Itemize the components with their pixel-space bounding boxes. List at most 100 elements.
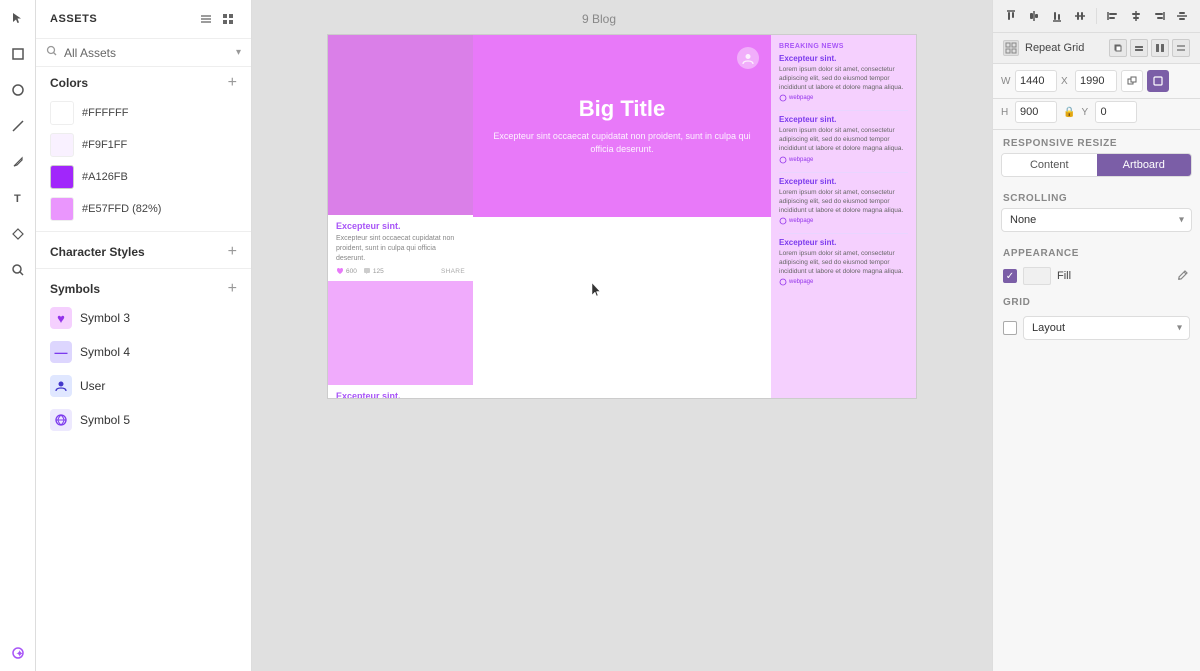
add-symbol-button[interactable]: + xyxy=(228,281,237,297)
copy-dimensions-btn[interactable] xyxy=(1121,70,1143,92)
canvas-content: Big Title Excepteur sint occaecat cupida… xyxy=(252,34,992,671)
x-input[interactable] xyxy=(1075,70,1117,92)
cursor xyxy=(591,282,603,301)
fill-row: ✓ Fill xyxy=(993,263,1200,289)
list-view-icon[interactable] xyxy=(197,10,215,28)
assets-view-toggle xyxy=(197,10,237,28)
align-left-icon[interactable] xyxy=(1103,6,1122,26)
symbol-item-3[interactable]: ♥ Symbol 3 xyxy=(36,301,251,335)
art-stat-comments-1: 125 xyxy=(363,267,384,275)
x-field-group: X xyxy=(1061,70,1117,92)
symbol-4-icon: — xyxy=(50,341,72,363)
fill-checkbox[interactable]: ✓ xyxy=(1003,269,1017,283)
repeat-action-2[interactable] xyxy=(1130,39,1148,57)
color-swatch-e57ffd xyxy=(50,197,74,221)
add-color-button[interactable]: + xyxy=(228,75,237,91)
fill-swatch[interactable] xyxy=(1023,267,1051,285)
art-block-top-left xyxy=(328,35,473,217)
symbol-4-label: Symbol 4 xyxy=(80,345,130,359)
color-item-e57ffd[interactable]: #E57FFD (82%) xyxy=(44,193,243,225)
repeat-action-3[interactable] xyxy=(1151,39,1169,57)
y-label: Y xyxy=(1081,107,1093,118)
align-right-icon[interactable] xyxy=(1149,6,1168,26)
repeat-action-4[interactable] xyxy=(1172,39,1190,57)
color-swatch-f9f1ff xyxy=(50,133,74,157)
right-panel: Repeat Grid W X xyxy=(992,0,1200,671)
layout-select[interactable]: Layout Grid Square xyxy=(1023,316,1190,340)
grid-checkbox[interactable] xyxy=(1003,321,1017,335)
distribute-v-icon[interactable] xyxy=(1173,6,1192,26)
align-bottom-icon[interactable] xyxy=(1048,6,1067,26)
rectangle-tool-icon[interactable] xyxy=(8,44,28,64)
repeat-grid-icon xyxy=(1003,40,1019,56)
y-input[interactable] xyxy=(1095,101,1137,123)
left-icon-bar: T ✦ xyxy=(0,0,36,671)
ellipse-tool-icon[interactable] xyxy=(8,80,28,100)
grid-view-icon[interactable] xyxy=(219,10,237,28)
repeat-grid-row: Repeat Grid xyxy=(993,33,1200,64)
appearance-label: APPEARANCE xyxy=(993,240,1200,263)
symbol-item-4[interactable]: — Symbol 4 xyxy=(36,335,251,369)
art-news-item-3: Excepteur sint. Lorem ipsum dolor sit am… xyxy=(779,177,908,225)
symbols-section-title: Symbols xyxy=(50,282,100,296)
coords-row: W X xyxy=(993,64,1200,99)
height-label: H xyxy=(1001,107,1013,118)
scrolling-select[interactable]: None Vertical Horizontal Pan xyxy=(1001,208,1192,232)
art-left-card-1-footer: 600 125 SHARE xyxy=(336,267,465,275)
art-left-card-1: Excepteur sint. Excepteur sint occaecat … xyxy=(328,215,473,281)
pen-tool-icon[interactable] xyxy=(8,152,28,172)
grid-label: GRID xyxy=(993,289,1200,312)
art-left-card-1-text: Excepteur sint occaecat cupidatat non pr… xyxy=(336,234,465,263)
canvas-area: 9 Blog Big Title Excepteur sint occaecat… xyxy=(252,0,992,671)
art-left-card-2: Excepteur sint. Excepteur sint occaecat … xyxy=(328,385,473,399)
colors-section-title: Colors xyxy=(50,76,88,90)
user-symbol-label: User xyxy=(80,379,105,393)
height-input[interactable] xyxy=(1015,101,1057,123)
align-distribute-h-icon[interactable] xyxy=(1071,6,1090,26)
art-news-link-4: webpage xyxy=(779,278,908,286)
art-news-link-2: webpage xyxy=(779,156,908,164)
coords-row-2: H 🔒 Y xyxy=(993,99,1200,130)
art-left-card-2-title: Excepteur sint. xyxy=(336,391,465,399)
search-bar[interactable]: All Assets ▾ xyxy=(36,39,251,67)
art-share-label-1: SHARE xyxy=(441,268,465,275)
align-top-icon[interactable] xyxy=(1001,6,1020,26)
align-middle-v-icon[interactable] xyxy=(1024,6,1043,26)
repeat-copy-btn[interactable] xyxy=(1109,39,1127,57)
art-hero-block: Big Title Excepteur sint occaecat cupida… xyxy=(473,35,771,217)
select-tool-icon[interactable] xyxy=(8,8,28,28)
align-center-h-icon[interactable] xyxy=(1126,6,1145,26)
eyedropper-icon[interactable] xyxy=(1176,268,1190,285)
repeat-grid-label: Repeat Grid xyxy=(1025,42,1084,54)
search-chevron-icon[interactable]: ▾ xyxy=(236,47,241,58)
assets-header: ASSETS xyxy=(36,0,251,39)
char-styles-title: Character Styles xyxy=(50,245,145,259)
search-tool-icon[interactable] xyxy=(8,260,28,280)
add-char-style-button[interactable]: + xyxy=(228,244,237,260)
color-item-white[interactable]: #FFFFFF xyxy=(44,97,243,129)
expand-btn[interactable] xyxy=(1147,70,1169,92)
width-input[interactable] xyxy=(1015,70,1057,92)
color-label-e57ffd: #E57FFD (82%) xyxy=(82,203,161,215)
text-tool-icon[interactable]: T xyxy=(8,188,28,208)
art-big-title: Big Title xyxy=(579,96,665,122)
plugin-icon[interactable]: ✦ xyxy=(8,643,28,663)
colors-section-header: Colors + xyxy=(36,67,251,95)
symbol-5-label: Symbol 5 xyxy=(80,413,130,427)
artboard[interactable]: Big Title Excepteur sint occaecat cupida… xyxy=(327,34,917,399)
content-tab[interactable]: Content xyxy=(1002,154,1097,176)
line-tool-icon[interactable] xyxy=(8,116,28,136)
art-stat-likes-1: 600 xyxy=(336,267,357,275)
lock-icon[interactable]: 🔒 xyxy=(1063,107,1075,118)
component-tool-icon[interactable] xyxy=(8,224,28,244)
symbol-item-5[interactable]: Symbol 5 xyxy=(36,403,251,437)
color-item-a126fb[interactable]: #A126FB xyxy=(44,161,243,193)
art-news-title-4: Excepteur sint. xyxy=(779,238,908,247)
scrolling-select-wrapper: None Vertical Horizontal Pan ▾ xyxy=(1001,208,1192,232)
color-item-f9f1ff[interactable]: #F9F1FF xyxy=(44,129,243,161)
symbol-item-user[interactable]: User xyxy=(36,369,251,403)
scrolling-label: SCROLLING xyxy=(993,185,1200,208)
search-icon xyxy=(46,45,58,60)
artboard-tab[interactable]: Artboard xyxy=(1097,154,1192,176)
color-label-white: #FFFFFF xyxy=(82,107,128,119)
